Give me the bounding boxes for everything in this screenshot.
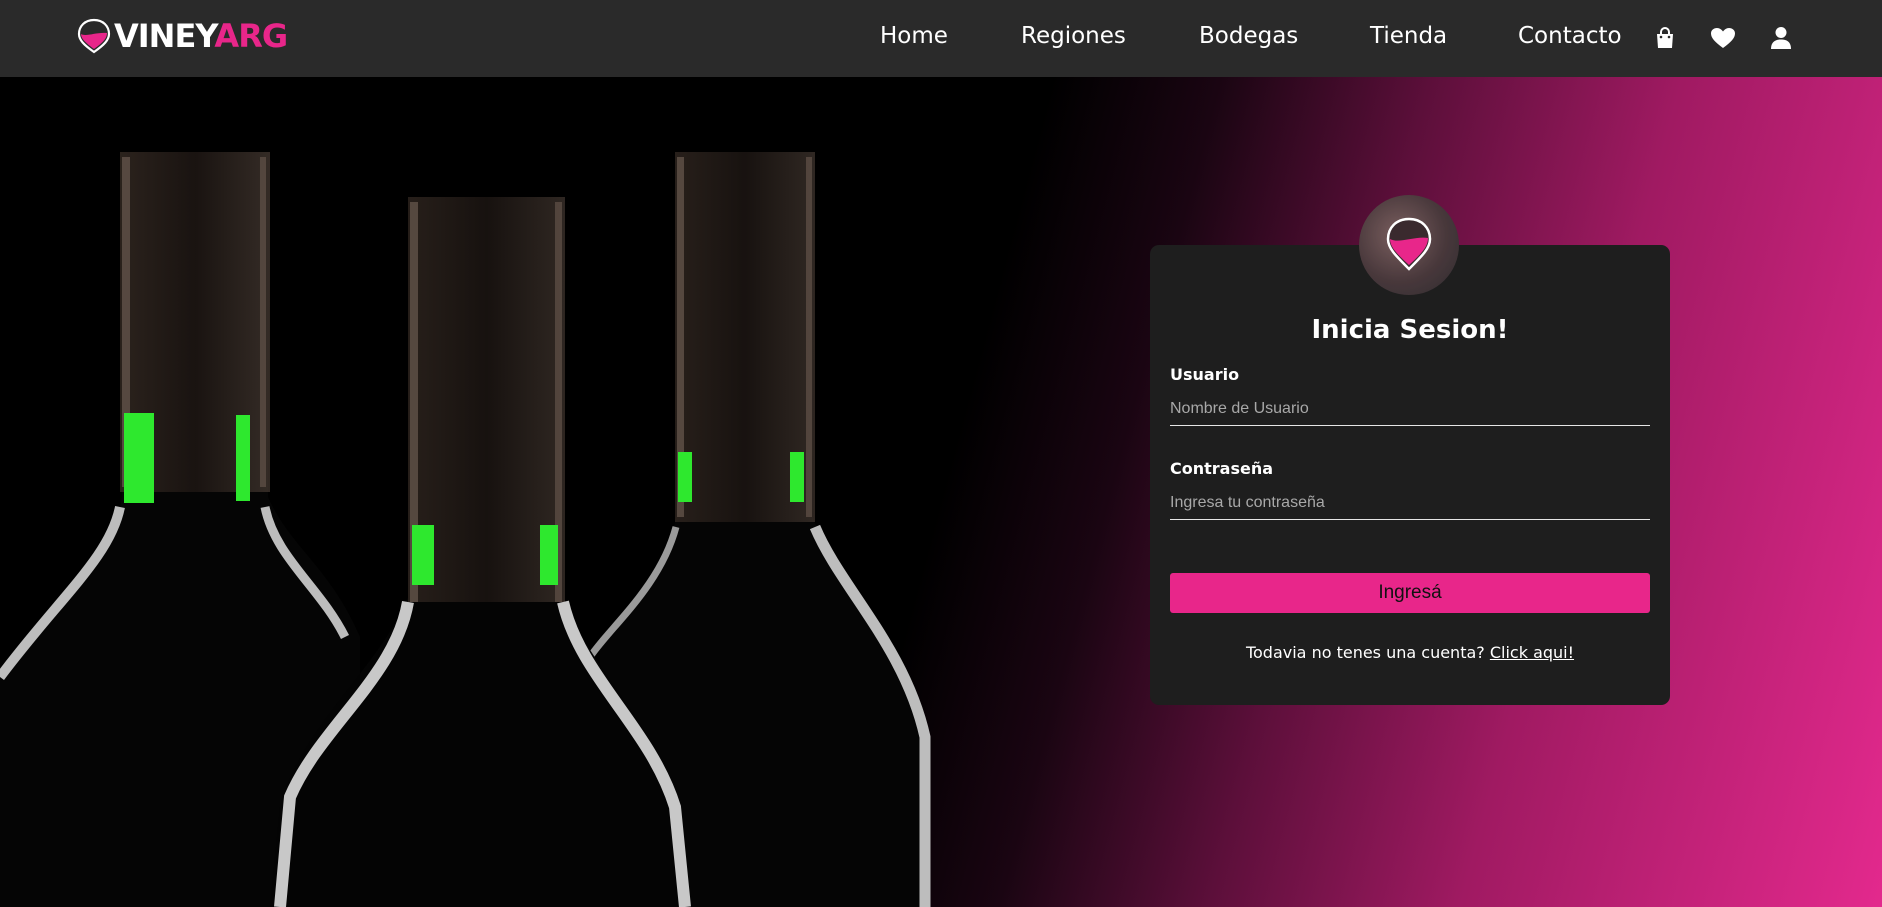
logo-text-part1: VINEY	[114, 17, 215, 55]
nav-link-tienda[interactable]: Tienda	[1370, 23, 1447, 49]
user-icon[interactable]	[1767, 24, 1795, 52]
signup-link[interactable]: Click aqui!	[1490, 643, 1574, 662]
nav-link-regiones[interactable]: Regiones	[1021, 23, 1126, 49]
username-label: Usuario	[1170, 365, 1240, 384]
nav-link-home[interactable]: Home	[880, 23, 948, 49]
brand-logo[interactable]: VINEYARG	[76, 16, 288, 56]
login-title: Inicia Sesion!	[1311, 315, 1509, 345]
password-input[interactable]	[1170, 487, 1650, 520]
wine-bottles-background-image	[0, 152, 931, 907]
login-submit-button[interactable]: Ingresá	[1170, 573, 1650, 613]
heart-icon[interactable]	[1709, 24, 1737, 52]
top-navbar: VINEYARG Home Regiones Bodegas Tienda Co…	[0, 0, 1882, 77]
wine-drop-logo-icon	[77, 18, 111, 54]
logo-text-part2: ARG	[214, 17, 288, 55]
login-avatar	[1359, 195, 1459, 295]
password-label: Contraseña	[1170, 459, 1274, 478]
shopping-bag-icon[interactable]	[1651, 24, 1679, 52]
signup-text: Todavia no tenes una cuenta?	[1245, 643, 1485, 662]
nav-link-bodegas[interactable]: Bodegas	[1199, 23, 1298, 49]
username-input[interactable]	[1170, 393, 1650, 426]
wine-drop-avatar-icon	[1359, 195, 1459, 295]
nav-link-contacto[interactable]: Contacto	[1518, 23, 1622, 49]
signup-prompt: Todavia no tenes una cuenta? Click aqui!	[1150, 643, 1670, 662]
login-card: Inicia Sesion! Usuario Contraseña Ingres…	[1150, 245, 1670, 705]
